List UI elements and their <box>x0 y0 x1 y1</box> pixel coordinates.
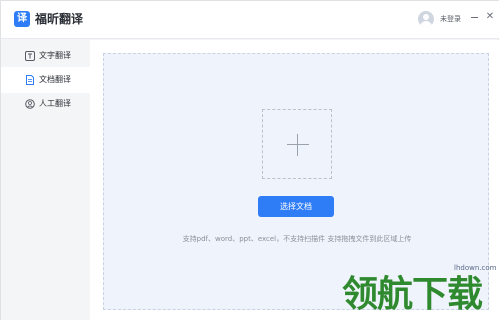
sidebar-item-label: 文档翻译 <box>39 75 71 84</box>
minimize-button[interactable] <box>471 17 478 18</box>
avatar-body-icon <box>420 21 432 27</box>
sidebar-item-label: 文字翻译 <box>39 51 71 60</box>
plus-icon <box>287 144 309 145</box>
app-logo-icon: 译 <box>14 11 30 27</box>
sidebar-item-text-translate[interactable]: 文字翻译 <box>1 43 90 69</box>
close-button[interactable]: ✕ <box>485 12 495 22</box>
select-document-button[interactable]: 选择文档 <box>258 196 334 217</box>
file-drop-zone[interactable]: 选择文档 支持pdf、word、ppt、excel，不支持扫描件 支持拖拽文件到… <box>103 53 489 310</box>
supported-formats-hint: 支持pdf、word、ppt、excel，不支持扫描件 支持拖拽文件到此区域上传 <box>182 235 412 243</box>
text-translate-icon <box>25 51 35 61</box>
app-window: 译 福昕翻译 未登录 ✕ 文字翻译 文档翻译 人工翻译 选择文档 支持pdf、w… <box>0 0 499 320</box>
add-file-box[interactable] <box>262 109 332 179</box>
sidebar-item-label: 人工翻译 <box>39 99 71 108</box>
watermark-url: lhdown.com <box>454 264 497 272</box>
sidebar-item-human-translate[interactable]: 人工翻译 <box>1 91 90 117</box>
watermark-logo: 领航下载 <box>342 274 483 315</box>
sidebar: 文字翻译 文档翻译 人工翻译 <box>1 40 90 320</box>
human-translate-icon <box>25 99 35 109</box>
login-status-label[interactable]: 未登录 <box>440 14 461 24</box>
document-translate-icon <box>26 75 34 85</box>
avatar[interactable] <box>418 11 434 27</box>
app-name: 福昕翻译 <box>35 12 84 26</box>
avatar-head-icon <box>423 14 429 20</box>
title-bar: 译 福昕翻译 未登录 ✕ <box>1 1 499 39</box>
sidebar-item-document-translate[interactable]: 文档翻译 <box>1 67 90 93</box>
plus-icon-vertical <box>297 134 298 156</box>
